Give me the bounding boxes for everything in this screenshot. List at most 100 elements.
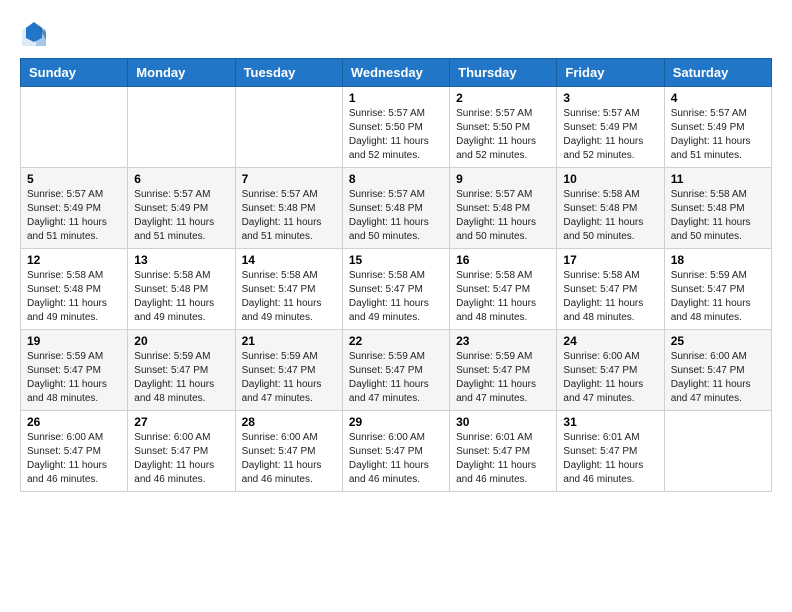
day-number: 6	[134, 172, 228, 186]
calendar-cell	[21, 87, 128, 168]
day-number: 9	[456, 172, 550, 186]
day-info: Sunrise: 6:00 AMSunset: 5:47 PMDaylight:…	[671, 350, 765, 406]
calendar-cell: 10Sunrise: 5:58 AMSunset: 5:48 PMDayligh…	[557, 168, 664, 249]
calendar-body: 1 Sunrise: 5:57 AMSunset: 5:50 PMDaylight…	[21, 87, 772, 492]
day-number: 30	[456, 415, 550, 429]
calendar-cell: 7 Sunrise: 5:57 AMSunset: 5:48 PMDaylight…	[235, 168, 342, 249]
calendar-cell: 21Sunrise: 5:59 AMSunset: 5:47 PMDayligh…	[235, 330, 342, 411]
week-row-1: 1 Sunrise: 5:57 AMSunset: 5:50 PMDaylight…	[21, 87, 772, 168]
day-info: Sunrise: 5:59 AMSunset: 5:47 PMDaylight:…	[671, 269, 765, 325]
day-number: 19	[27, 334, 121, 348]
day-info: Sunrise: 6:01 AMSunset: 5:47 PMDaylight:…	[456, 431, 550, 487]
calendar-cell: 9 Sunrise: 5:57 AMSunset: 5:48 PMDaylight…	[450, 168, 557, 249]
day-number: 21	[242, 334, 336, 348]
calendar-cell: 17 Sunrise: 5:58 AMSunset: 5:47 PMDayligh…	[557, 249, 664, 330]
day-number: 28	[242, 415, 336, 429]
day-info: Sunrise: 5:58 AMSunset: 5:47 PMDaylight:…	[349, 269, 443, 325]
calendar-cell	[128, 87, 235, 168]
day-number: 18	[671, 253, 765, 267]
calendar-cell: 14 Sunrise: 5:58 AMSunset: 5:47 PMDayligh…	[235, 249, 342, 330]
day-number: 29	[349, 415, 443, 429]
day-info: Sunrise: 6:01 AMSunset: 5:47 PMDaylight:…	[563, 431, 657, 487]
weekday-header-saturday: Saturday	[664, 59, 771, 87]
day-info: Sunrise: 5:58 AMSunset: 5:47 PMDaylight:…	[456, 269, 550, 325]
day-info: Sunrise: 6:00 AMSunset: 5:47 PMDaylight:…	[242, 431, 336, 487]
calendar-cell: 23 Sunrise: 5:59 AMSunset: 5:47 PMDayligh…	[450, 330, 557, 411]
day-info: Sunrise: 5:57 AMSunset: 5:49 PMDaylight:…	[671, 107, 765, 163]
calendar-cell: 1 Sunrise: 5:57 AMSunset: 5:50 PMDaylight…	[342, 87, 449, 168]
day-number: 26	[27, 415, 121, 429]
day-number: 16	[456, 253, 550, 267]
day-number: 20	[134, 334, 228, 348]
day-number: 24	[563, 334, 657, 348]
calendar-cell: 27 Sunrise: 6:00 AMSunset: 5:47 PMDayligh…	[128, 411, 235, 492]
weekday-header-friday: Friday	[557, 59, 664, 87]
calendar-cell: 2 Sunrise: 5:57 AMSunset: 5:50 PMDaylight…	[450, 87, 557, 168]
week-row-3: 12Sunrise: 5:58 AMSunset: 5:48 PMDayligh…	[21, 249, 772, 330]
calendar-cell: 29Sunrise: 6:00 AMSunset: 5:47 PMDayligh…	[342, 411, 449, 492]
calendar-cell: 11 Sunrise: 5:58 AMSunset: 5:48 PMDayligh…	[664, 168, 771, 249]
calendar-cell: 25Sunrise: 6:00 AMSunset: 5:47 PMDayligh…	[664, 330, 771, 411]
day-info: Sunrise: 5:58 AMSunset: 5:48 PMDaylight:…	[671, 188, 765, 244]
day-info: Sunrise: 5:57 AMSunset: 5:48 PMDaylight:…	[349, 188, 443, 244]
day-info: Sunrise: 6:00 AMSunset: 5:47 PMDaylight:…	[134, 431, 228, 487]
calendar-cell: 5 Sunrise: 5:57 AMSunset: 5:49 PMDaylight…	[21, 168, 128, 249]
calendar-cell: 26Sunrise: 6:00 AMSunset: 5:47 PMDayligh…	[21, 411, 128, 492]
logo-icon	[20, 20, 48, 48]
day-number: 11	[671, 172, 765, 186]
week-row-2: 5 Sunrise: 5:57 AMSunset: 5:49 PMDaylight…	[21, 168, 772, 249]
calendar-cell: 18 Sunrise: 5:59 AMSunset: 5:47 PMDayligh…	[664, 249, 771, 330]
day-number: 13	[134, 253, 228, 267]
weekday-header-sunday: Sunday	[21, 59, 128, 87]
calendar-cell: 3 Sunrise: 5:57 AMSunset: 5:49 PMDaylight…	[557, 87, 664, 168]
calendar-cell: 13 Sunrise: 5:58 AMSunset: 5:48 PMDayligh…	[128, 249, 235, 330]
day-info: Sunrise: 5:58 AMSunset: 5:47 PMDaylight:…	[242, 269, 336, 325]
calendar-cell: 30 Sunrise: 6:01 AMSunset: 5:47 PMDayligh…	[450, 411, 557, 492]
day-info: Sunrise: 5:57 AMSunset: 5:48 PMDaylight:…	[242, 188, 336, 244]
day-number: 5	[27, 172, 121, 186]
day-number: 17	[563, 253, 657, 267]
weekday-header-monday: Monday	[128, 59, 235, 87]
day-number: 8	[349, 172, 443, 186]
day-info: Sunrise: 5:59 AMSunset: 5:47 PMDaylight:…	[349, 350, 443, 406]
logo	[20, 20, 52, 48]
day-info: Sunrise: 5:58 AMSunset: 5:48 PMDaylight:…	[134, 269, 228, 325]
day-number: 7	[242, 172, 336, 186]
calendar-cell: 4 Sunrise: 5:57 AMSunset: 5:49 PMDaylight…	[664, 87, 771, 168]
day-number: 31	[563, 415, 657, 429]
calendar-cell: 24 Sunrise: 6:00 AMSunset: 5:47 PMDayligh…	[557, 330, 664, 411]
weekday-row: SundayMondayTuesdayWednesdayThursdayFrid…	[21, 59, 772, 87]
calendar-cell: 28 Sunrise: 6:00 AMSunset: 5:47 PMDayligh…	[235, 411, 342, 492]
calendar-cell	[664, 411, 771, 492]
day-number: 2	[456, 91, 550, 105]
week-row-4: 19 Sunrise: 5:59 AMSunset: 5:47 PMDayligh…	[21, 330, 772, 411]
day-info: Sunrise: 6:00 AMSunset: 5:47 PMDaylight:…	[563, 350, 657, 406]
day-info: Sunrise: 5:57 AMSunset: 5:49 PMDaylight:…	[27, 188, 121, 244]
day-number: 15	[349, 253, 443, 267]
day-info: Sunrise: 5:57 AMSunset: 5:50 PMDaylight:…	[349, 107, 443, 163]
week-row-5: 26 Sunrise: 6:00 AMSunset: 5:47 PMDayligh…	[21, 411, 772, 492]
day-number: 1	[349, 91, 443, 105]
calendar-cell: 19Sunrise: 5:59 AMSunset: 5:47 PMDayligh…	[21, 330, 128, 411]
day-number: 3	[563, 91, 657, 105]
day-number: 27	[134, 415, 228, 429]
calendar-cell: 22Sunrise: 5:59 AMSunset: 5:47 PMDayligh…	[342, 330, 449, 411]
calendar-cell: 20 Sunrise: 5:59 AMSunset: 5:47 PMDayligh…	[128, 330, 235, 411]
weekday-header-thursday: Thursday	[450, 59, 557, 87]
day-info: Sunrise: 5:57 AMSunset: 5:48 PMDaylight:…	[456, 188, 550, 244]
day-info: Sunrise: 5:57 AMSunset: 5:49 PMDaylight:…	[563, 107, 657, 163]
calendar-cell: 12Sunrise: 5:58 AMSunset: 5:48 PMDayligh…	[21, 249, 128, 330]
calendar-cell	[235, 87, 342, 168]
day-info: Sunrise: 5:59 AMSunset: 5:47 PMDaylight:…	[134, 350, 228, 406]
day-number: 4	[671, 91, 765, 105]
day-info: Sunrise: 5:58 AMSunset: 5:47 PMDaylight:…	[563, 269, 657, 325]
calendar-cell: 8 Sunrise: 5:57 AMSunset: 5:48 PMDaylight…	[342, 168, 449, 249]
page-header	[20, 20, 772, 48]
day-info: Sunrise: 5:59 AMSunset: 5:47 PMDaylight:…	[456, 350, 550, 406]
calendar-cell: 6Sunrise: 5:57 AMSunset: 5:49 PMDaylight…	[128, 168, 235, 249]
calendar-cell: 31 Sunrise: 6:01 AMSunset: 5:47 PMDayligh…	[557, 411, 664, 492]
day-number: 23	[456, 334, 550, 348]
day-info: Sunrise: 5:57 AMSunset: 5:50 PMDaylight:…	[456, 107, 550, 163]
day-number: 14	[242, 253, 336, 267]
calendar-header: SundayMondayTuesdayWednesdayThursdayFrid…	[21, 59, 772, 87]
